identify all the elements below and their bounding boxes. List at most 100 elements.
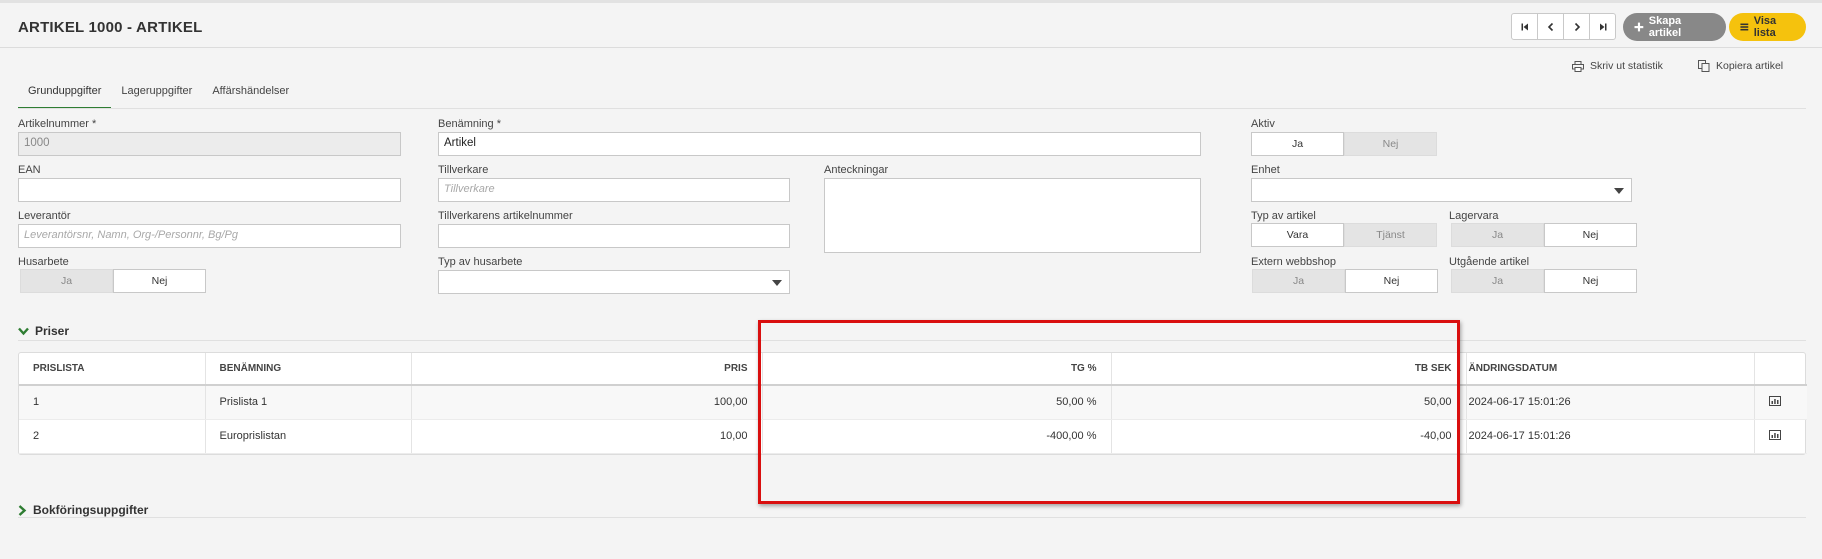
previous-record-button[interactable] (1537, 13, 1564, 40)
next-record-button[interactable] (1563, 13, 1590, 40)
anteckningar-textarea[interactable] (824, 178, 1201, 253)
husarbete-nej-option[interactable]: Nej (113, 269, 206, 293)
cell-tb: 50,00 (1111, 385, 1467, 420)
cell-benamning: Prislista 1 (205, 385, 412, 420)
copy-icon (1698, 60, 1710, 72)
last-record-button[interactable] (1589, 13, 1616, 40)
column-header-tb[interactable]: TB SEK (1111, 353, 1467, 386)
create-article-button[interactable]: Skapa artikel (1623, 13, 1726, 41)
column-header-benamning[interactable]: BENÄMNING (205, 353, 412, 386)
lagervara-ja-option[interactable]: Ja (1451, 223, 1544, 247)
webbshop-nej-option[interactable]: Nej (1345, 269, 1438, 293)
bar-chart-icon[interactable] (1768, 429, 1781, 440)
husarbete-ja-option[interactable]: Ja (20, 269, 113, 293)
bokforingsuppgifter-section-title: Bokföringsuppgifter (33, 503, 149, 517)
copy-article-link[interactable]: Kopiera artikel (1698, 60, 1783, 72)
tillverkarens-artikelnummer-label: Tillverkarens artikelnummer (438, 210, 573, 222)
column-header-pris[interactable]: PRIS (411, 353, 763, 386)
dropdown-caret-icon (772, 280, 782, 286)
column-header-prislista[interactable]: PRISLISTA (19, 353, 206, 386)
page-title: ARTIKEL 1000 - ARTIKEL (18, 19, 203, 36)
tillverkare-placeholder: Tillverkare (444, 183, 495, 195)
show-list-label: Visa lista (1753, 15, 1777, 39)
bar-chart-icon[interactable] (1768, 395, 1781, 406)
cell-andringsdatum: 2024-06-17 15:01:26 (1466, 419, 1755, 454)
artikelnummer-label: Artikelnummer * (18, 118, 97, 130)
utgaende-nej-option[interactable]: Nej (1544, 269, 1637, 293)
tab-bar: Grunduppgifter Lageruppgifter Affärshänd… (18, 80, 299, 109)
priser-section-title: Priser (35, 324, 70, 338)
lagervara-nej-option[interactable]: Nej (1544, 223, 1637, 247)
first-record-button[interactable] (1511, 13, 1538, 40)
aktiv-toggle: Ja Nej (1251, 132, 1437, 156)
chevron-right-icon (1574, 22, 1580, 31)
tab-grunduppgifter[interactable]: Grunduppgifter (18, 80, 112, 109)
aktiv-label: Aktiv (1251, 118, 1275, 130)
husarbete-toggle: Ja Nej (20, 269, 206, 293)
priser-section-divider (18, 340, 1806, 341)
anteckningar-label: Anteckningar (824, 164, 889, 176)
tab-lageruppgifter[interactable]: Lageruppgifter (111, 80, 202, 109)
webbshop-ja-option[interactable]: Ja (1252, 269, 1345, 293)
table-header-row: PRISLISTA BENÄMNING PRIS TG % TB SEK ÄND… (19, 353, 1807, 386)
table-row[interactable]: 2 Europrislistan 10,00 -400,00 % -40,00 … (19, 419, 1807, 454)
tillverkare-label: Tillverkare (438, 164, 489, 176)
column-header-actions (1754, 353, 1807, 386)
chevron-left-icon (1547, 22, 1553, 31)
cell-tb: -40,00 (1111, 419, 1467, 454)
tab-affarshandelser[interactable]: Affärshändelser (202, 80, 299, 109)
leverantor-field[interactable]: Leverantörsnr, Namn, Org-/Personnr, Bg/P… (18, 224, 401, 248)
cell-benamning: Europrislistan (205, 419, 412, 454)
chevron-right-icon (18, 504, 27, 516)
typ-av-husarbete-label: Typ av husarbete (438, 256, 523, 268)
cell-andringsdatum: 2024-06-17 15:01:26 (1466, 385, 1755, 420)
tillverkarens-artikelnummer-field[interactable] (438, 224, 790, 248)
column-header-andringsdatum[interactable]: ÄNDRINGSDATUM (1466, 353, 1755, 386)
print-statistics-label: Skriv ut statistik (1590, 60, 1663, 72)
aktiv-ja-option[interactable]: Ja (1251, 132, 1344, 156)
price-table: PRISLISTA BENÄMNING PRIS TG % TB SEK ÄND… (18, 352, 1807, 455)
artikelnummer-field[interactable]: 1000 (18, 132, 401, 156)
typ-av-artikel-toggle: Vara Tjänst (1251, 223, 1437, 247)
table-row[interactable]: 1 Prislista 1 100,00 50,00 % 50,00 2024-… (19, 385, 1807, 420)
tab-divider (18, 108, 1806, 109)
cell-actions (1754, 385, 1807, 420)
tillverkare-field[interactable]: Tillverkare (438, 178, 790, 202)
cell-pris: 100,00 (411, 385, 763, 420)
utgaende-artikel-label: Utgående artikel (1449, 256, 1530, 268)
bokforingsuppgifter-section-divider (18, 517, 1806, 518)
page-header: ARTIKEL 1000 - ARTIKEL Skapa artikel Vis… (0, 3, 1822, 48)
extern-webbshop-toggle: Ja Nej (1252, 269, 1438, 293)
record-navigation (1511, 13, 1616, 40)
typ-av-artikel-label: Typ av artikel (1251, 210, 1316, 222)
plus-icon (1634, 22, 1644, 32)
leverantor-placeholder: Leverantörsnr, Namn, Org-/Personnr, Bg/P… (24, 229, 238, 241)
skip-last-icon (1599, 23, 1606, 30)
create-article-label: Skapa artikel (1648, 15, 1682, 39)
dropdown-caret-icon (1614, 188, 1624, 194)
ean-field[interactable] (18, 178, 401, 202)
utgaende-ja-option[interactable]: Ja (1451, 269, 1544, 293)
enhet-select[interactable] (1251, 178, 1632, 202)
lagervara-label: Lagervara (1449, 210, 1499, 222)
bokforingsuppgifter-section-toggle[interactable]: Bokföringsuppgifter (18, 503, 148, 517)
extern-webbshop-label: Extern webbshop (1251, 256, 1336, 268)
husarbete-label: Husarbete (18, 256, 69, 268)
print-statistics-link[interactable]: Skriv ut statistik (1572, 60, 1663, 72)
column-header-tg[interactable]: TG % (762, 353, 1112, 386)
cell-prislista: 2 (19, 419, 206, 454)
aktiv-nej-option[interactable]: Nej (1344, 132, 1437, 156)
typ-vara-option[interactable]: Vara (1251, 223, 1344, 247)
cell-tg: -400,00 % (762, 419, 1112, 454)
typ-av-husarbete-select[interactable] (438, 270, 790, 294)
printer-icon (1572, 60, 1584, 72)
enhet-label: Enhet (1251, 164, 1280, 176)
utgaende-artikel-toggle: Ja Nej (1451, 269, 1637, 293)
typ-tjanst-option[interactable]: Tjänst (1344, 223, 1437, 247)
chevron-down-icon (18, 327, 29, 335)
priser-section-toggle[interactable]: Priser (18, 324, 69, 338)
show-list-button[interactable]: Visa lista (1729, 13, 1806, 41)
list-icon (1740, 23, 1749, 31)
benamning-field[interactable]: Artikel (438, 132, 1201, 156)
cell-tg: 50,00 % (762, 385, 1112, 420)
